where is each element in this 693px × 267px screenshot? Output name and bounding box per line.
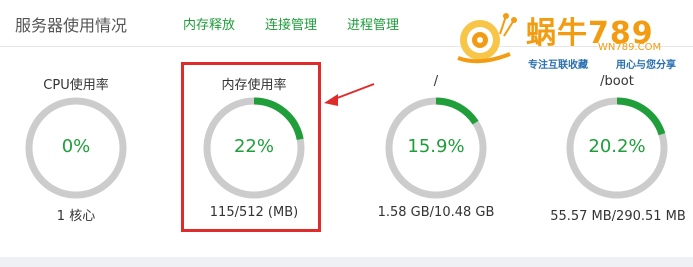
boot-disk-detail: 55.57 MB/290.51 MB	[550, 209, 686, 224]
page-title: 服务器使用情况	[15, 16, 128, 35]
boot-disk-percent: 20.2%	[588, 136, 646, 157]
highlight-box	[181, 62, 321, 232]
root-disk-percent: 15.9%	[407, 136, 465, 157]
root-disk-detail: 1.58 GB/10.48 GB	[377, 205, 495, 220]
logo-slogan-right: 用心与您分享	[616, 60, 676, 71]
cpu-usage-percent: 0%	[61, 136, 91, 157]
tab-process-management[interactable]: 进程管理	[347, 14, 399, 33]
boot-disk-label: /boot	[600, 74, 634, 89]
bottom-bar	[0, 257, 693, 267]
logo-slogan-left: 专注互联收藏	[528, 60, 588, 71]
tab-connection-management[interactable]: 连接管理	[265, 14, 317, 33]
annotation-arrow-icon	[324, 83, 375, 106]
logo-domain: WN789.COM	[598, 42, 662, 53]
root-disk-label: /	[433, 74, 439, 89]
watermark-logo: 蜗牛789 WN789.COM 专注互联收藏 用心与您分享	[448, 6, 693, 71]
tab-memory-release[interactable]: 内存释放	[183, 14, 235, 33]
cpu-cores-text: 1 核心	[56, 209, 96, 224]
cpu-usage-label: CPU使用率	[43, 78, 109, 93]
